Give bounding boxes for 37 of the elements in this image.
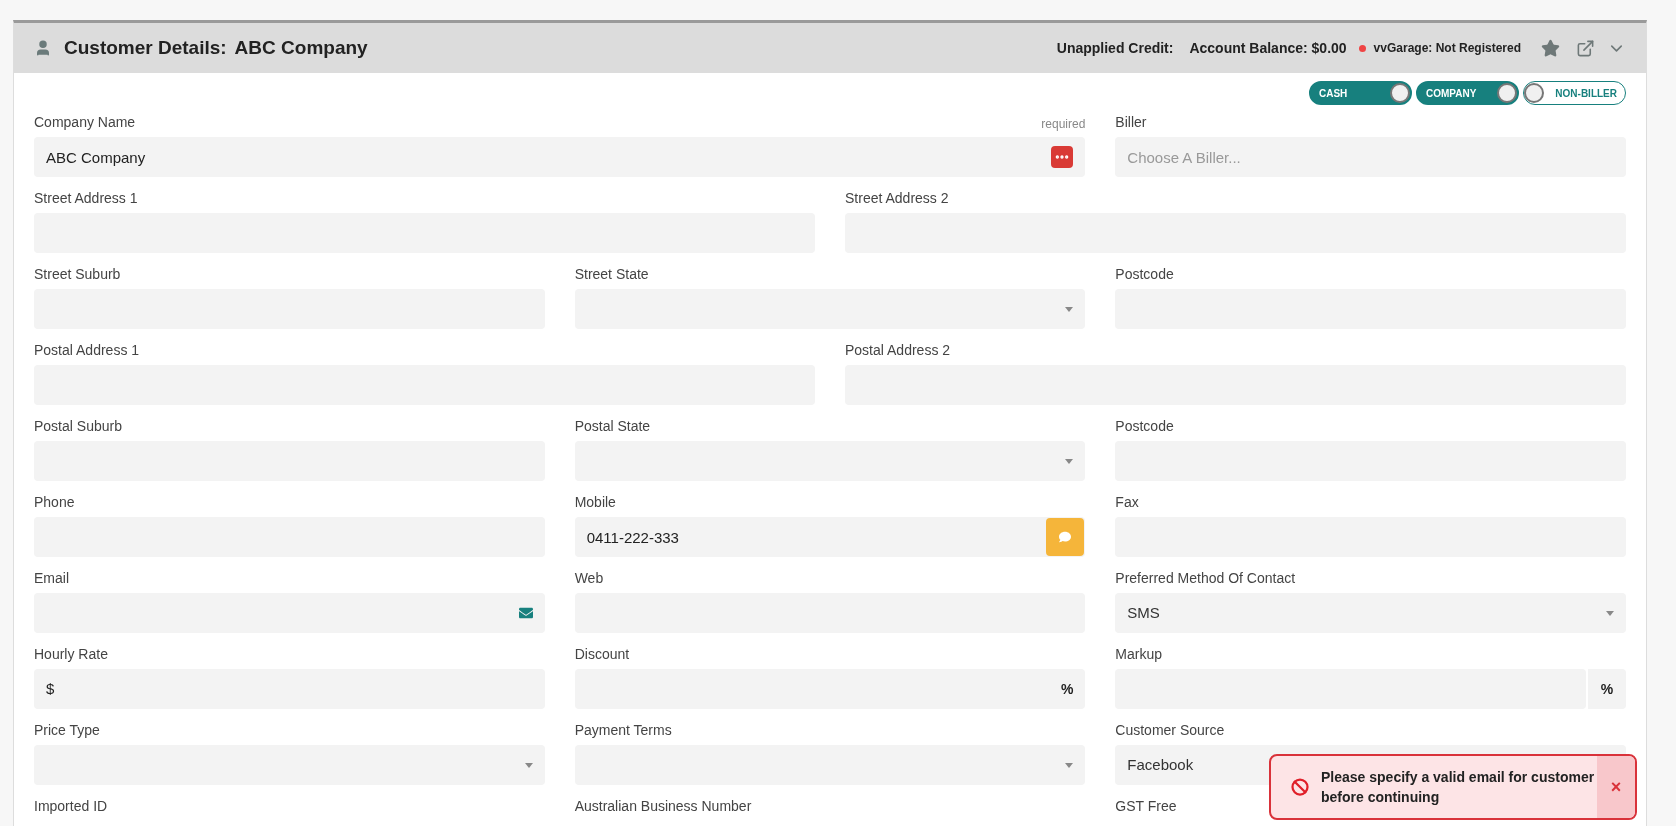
field-label: Street State bbox=[574, 265, 649, 284]
field-label: Postcode bbox=[1115, 265, 1174, 284]
field-label: Payment Terms bbox=[574, 721, 672, 740]
field-label: Markup bbox=[1115, 645, 1162, 664]
field-label: Fax bbox=[1115, 493, 1139, 512]
required-hint: required bbox=[1041, 116, 1086, 133]
panel-title: Customer Details: bbox=[64, 35, 227, 60]
field-label: Street Address 2 bbox=[845, 189, 949, 208]
customer-name: ABC Company bbox=[234, 35, 368, 60]
field-label: Web bbox=[574, 569, 604, 588]
field-label: Company Name bbox=[34, 113, 136, 132]
error-message: Please specify a valid email for customer before continuing bbox=[1321, 768, 1596, 807]
field-label: Imported ID bbox=[34, 797, 108, 816]
field-label: Postal Address 2 bbox=[845, 341, 951, 360]
currency-symbol: $ bbox=[46, 678, 55, 699]
field-label: GST Free bbox=[1115, 797, 1177, 816]
field-label: Postcode bbox=[1115, 417, 1174, 436]
field-label: Discount bbox=[574, 645, 630, 664]
registration-status: vvGarage: Not Registered bbox=[1373, 40, 1521, 57]
field-label: Preferred Method Of Contact bbox=[1115, 569, 1296, 588]
field-label: Street Address 1 bbox=[34, 189, 138, 208]
field-label: Street Suburb bbox=[34, 265, 121, 284]
field-label: Customer Source bbox=[1115, 721, 1225, 740]
field-label: Phone bbox=[34, 493, 75, 512]
unapplied-credit: Unapplied Credit: bbox=[1056, 38, 1174, 58]
field-label: Mobile bbox=[574, 493, 616, 512]
field-label: Postal Address 1 bbox=[34, 341, 140, 360]
account-balance: Account Balance: $0.00 bbox=[1189, 38, 1347, 58]
percent-symbol: % bbox=[1060, 679, 1074, 699]
field-label: Price Type bbox=[34, 721, 100, 740]
field-label: Australian Business Number bbox=[574, 797, 752, 816]
field-label: Biller bbox=[1115, 113, 1147, 132]
field-label: Postal Suburb bbox=[34, 417, 122, 436]
field-label: Email bbox=[34, 569, 69, 588]
percent-addon: % bbox=[1588, 669, 1626, 709]
field-label: Hourly Rate bbox=[34, 645, 108, 664]
field-label: Postal State bbox=[574, 417, 651, 436]
